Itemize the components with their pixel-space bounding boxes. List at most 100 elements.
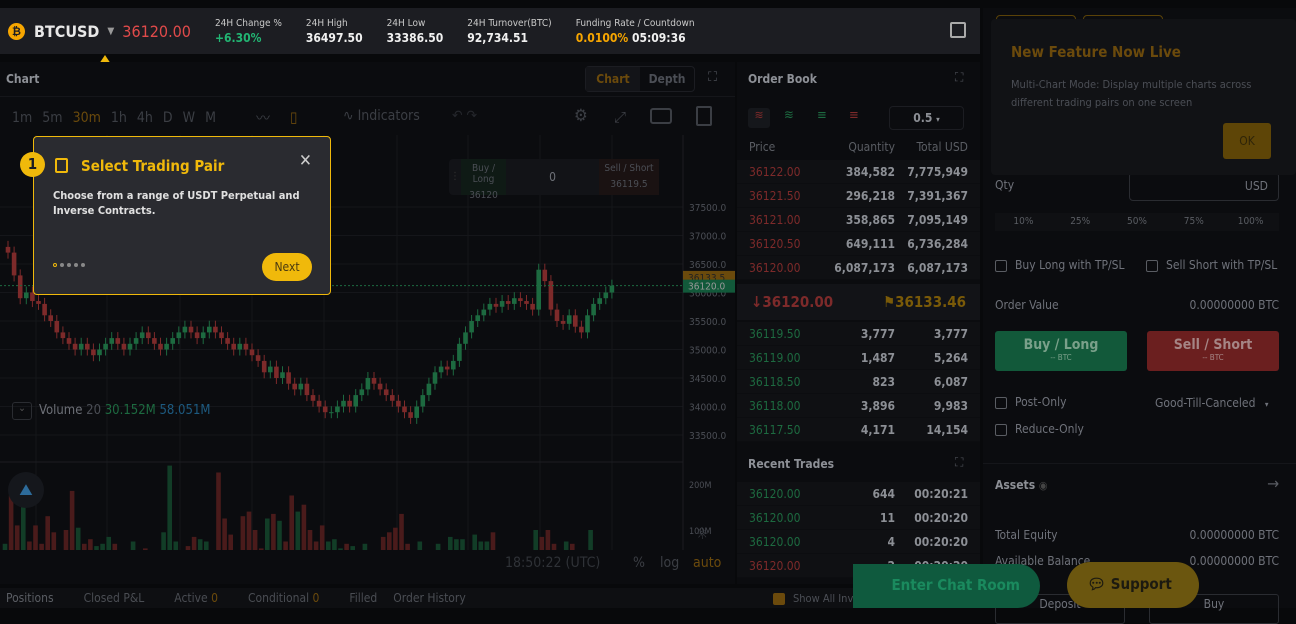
book-bids-first-icon[interactable]: ≋	[784, 108, 794, 123]
book-bids-only-icon[interactable]: ≡	[817, 108, 827, 123]
buy-long-button[interactable]: Buy / Long -- BTC	[995, 331, 1127, 371]
percent-scale-toggle[interactable]: %	[633, 555, 645, 571]
fullscreen-icon[interactable]: ⛶	[955, 70, 963, 85]
order-book-row[interactable]: 36119.50 3,777 3,777	[737, 322, 980, 346]
last-price-down: ↓36120.00	[751, 293, 834, 311]
quantity: 4	[887, 534, 895, 549]
candle	[298, 383, 304, 390]
candlestick-icon[interactable]: ▯	[290, 108, 297, 126]
tab-conditional[interactable]: Conditional 0	[248, 591, 319, 605]
tab-positions[interactable]: Positions	[6, 591, 54, 605]
collapse-volume-icon[interactable]: ⌄	[12, 402, 32, 420]
total-equity-value: 0.00000000 BTC	[1189, 528, 1280, 542]
tab-depth[interactable]: Depth	[640, 67, 694, 91]
candle	[91, 349, 96, 356]
tab-filled[interactable]: Filled	[349, 591, 377, 605]
tour-next-button[interactable]: Next	[262, 253, 312, 281]
quick-buy-button[interactable]: Buy / Long 36120	[461, 159, 506, 201]
quick-trade-qty[interactable]: 0	[506, 159, 599, 195]
interval-M[interactable]: M	[205, 110, 216, 126]
chart-depth-toggle: Chart Depth	[585, 66, 695, 92]
candle	[268, 366, 273, 373]
order-book-row[interactable]: 36120.00 6,087,173 6,087,173	[737, 256, 980, 280]
order-book-row[interactable]: 36119.00 1,487 5,264	[737, 346, 980, 370]
reduce-only-checkbox[interactable]: Reduce-Only	[995, 422, 1084, 436]
price: 36117.50	[749, 422, 801, 437]
interval-W[interactable]: W	[183, 110, 195, 126]
tab-order-history[interactable]: Order History	[393, 591, 466, 605]
tab-closed-pnl[interactable]: Closed P&L	[84, 591, 145, 605]
order-book-row[interactable]: 36121.50 296,218 7,391,367	[737, 184, 980, 208]
interval-D[interactable]: D	[163, 110, 173, 126]
chevron-down-icon[interactable]: ▼	[107, 26, 114, 37]
volume-bar	[399, 513, 404, 550]
interval-30m[interactable]: 30m	[73, 110, 101, 126]
candle	[609, 285, 615, 293]
book-asks-only-icon[interactable]: ≡	[849, 108, 859, 123]
candle	[158, 343, 163, 350]
volume-bar	[283, 541, 288, 550]
percent-10[interactable]: 10%	[995, 213, 1052, 231]
tab-chart[interactable]: Chart	[586, 67, 640, 91]
tab-active[interactable]: Active 0	[174, 591, 218, 605]
precision-select[interactable]: 0.5 ▾	[889, 106, 964, 130]
fullscreen-icon[interactable]: ⛶	[955, 455, 963, 470]
quick-sell-button[interactable]: Sell / Short 36119.5	[599, 159, 659, 195]
feature-ok-button[interactable]: OK	[1223, 123, 1271, 159]
volume-tick: 200M	[689, 481, 711, 491]
camera-icon[interactable]	[650, 108, 672, 124]
interval-1m[interactable]: 1m	[12, 110, 32, 126]
tp-sl-sell-checkbox[interactable]: Sell Short with TP/SL	[1146, 258, 1277, 272]
candle	[481, 309, 487, 316]
order-book-row[interactable]: 36121.00 358,865 7,095,149	[737, 208, 980, 232]
percent-50[interactable]: 50%	[1109, 213, 1166, 231]
price: 36118.00	[749, 398, 801, 413]
support-button[interactable]: 💬︎ Support	[1067, 562, 1199, 608]
drag-handle-icon[interactable]: ⋮	[449, 159, 461, 195]
order-book-row[interactable]: 36122.00 384,582 7,775,949	[737, 160, 980, 184]
volume-bar	[289, 495, 294, 550]
sell-short-button[interactable]: Sell / Short -- BTC	[1147, 331, 1279, 371]
percent-25[interactable]: 25%	[1052, 213, 1109, 231]
trade-panel-icon[interactable]	[696, 106, 712, 126]
candle	[17, 275, 23, 299]
quantity: 4,171	[860, 422, 895, 437]
log-scale-toggle[interactable]: log	[660, 555, 679, 571]
eye-icon[interactable]: ◉	[1039, 479, 1048, 492]
order-book-row[interactable]: 36118.50 823 6,087	[737, 370, 980, 394]
layout-settings-icon[interactable]	[950, 22, 966, 38]
chart-settings-icon[interactable]: ☼	[696, 524, 709, 543]
book-both-icon[interactable]: ≋	[748, 108, 770, 128]
symbol-selector[interactable]: BTCUSD	[34, 22, 99, 41]
tp-sl-buy-checkbox[interactable]: Buy Long with TP/SL	[995, 258, 1125, 272]
volume-bar	[33, 525, 38, 550]
indicators-button[interactable]: ∿ Indicators	[343, 108, 420, 124]
interval-1h[interactable]: 1h	[111, 110, 127, 126]
qty-input[interactable]: USD	[1129, 172, 1279, 201]
candle	[36, 301, 41, 304]
post-only-checkbox[interactable]: Post-Only	[995, 395, 1067, 409]
close-icon[interactable]: ✕	[299, 151, 312, 171]
line-chart-icon[interactable]: 〰	[256, 108, 270, 128]
arrow-right-icon[interactable]: →	[1267, 474, 1279, 493]
fullscreen-icon[interactable]: ⛶	[708, 70, 717, 85]
interval-5m[interactable]: 5m	[42, 110, 62, 126]
interval-4h[interactable]: 4h	[137, 110, 153, 126]
order-book-row[interactable]: 36120.50 649,111 6,736,284	[737, 232, 980, 256]
order-book-row[interactable]: 36117.50 4,171 14,154	[737, 418, 980, 442]
progress-dot	[53, 263, 57, 267]
total: 6,087,173	[907, 260, 968, 275]
order-book-row[interactable]: 36118.00 3,896 9,983	[737, 394, 980, 418]
tradingview-logo-icon[interactable]: ⛰	[8, 472, 44, 508]
expand-icon[interactable]: ⤢	[614, 108, 626, 126]
volume-bar	[484, 541, 490, 550]
percent-75[interactable]: 75%	[1165, 213, 1222, 231]
candle	[603, 292, 609, 299]
percent-100[interactable]: 100%	[1222, 213, 1279, 231]
undo-icon[interactable]: ↶ ↷	[452, 108, 477, 124]
auto-scale-toggle[interactable]: auto	[693, 555, 721, 571]
time-in-force-select[interactable]: Good-Till-Canceled ▾	[1155, 396, 1269, 410]
candle	[133, 338, 139, 344]
settings-gear-icon[interactable]: ⚙	[574, 106, 588, 126]
chat-room-button[interactable]: Enter Chat Room	[853, 564, 1040, 608]
